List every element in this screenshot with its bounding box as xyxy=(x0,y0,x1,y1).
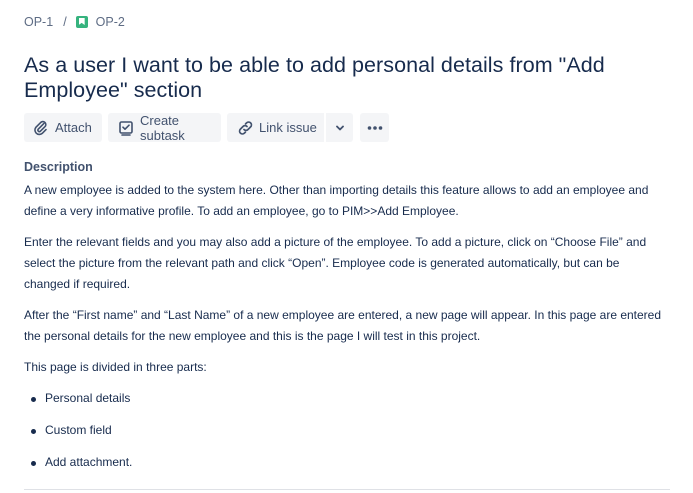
link-issue-dropdown-button[interactable] xyxy=(326,113,353,142)
issue-toolbar: Attach Create subtask Link issue xyxy=(24,112,389,143)
breadcrumb-separator: / xyxy=(63,15,67,29)
description-paragraph: After the “First name” and “Last Name” o… xyxy=(24,308,662,343)
list-item: Add attachment. xyxy=(24,452,664,473)
section-divider xyxy=(24,489,670,490)
breadcrumb: OP-1 / OP-2 xyxy=(24,14,125,30)
description-list: Personal details Custom field Add attach… xyxy=(24,388,664,473)
link-issue-button[interactable]: Link issue xyxy=(227,113,324,142)
link-issue-label: Link issue xyxy=(259,120,317,135)
subtask-icon xyxy=(118,120,134,136)
story-icon xyxy=(75,16,88,28)
breadcrumb-current-link[interactable]: OP-2 xyxy=(96,15,125,29)
create-subtask-label: Create subtask xyxy=(140,112,185,143)
breadcrumb-parent-link[interactable]: OP-1 xyxy=(24,15,53,29)
create-subtask-button[interactable]: Create subtask xyxy=(108,112,221,143)
description-paragraph: This page is divided in three parts: xyxy=(24,360,207,374)
description-paragraph: Enter the relevant fields and you may al… xyxy=(24,235,647,291)
more-actions-button[interactable] xyxy=(360,113,389,142)
attach-button[interactable]: Attach xyxy=(24,113,102,142)
attach-label: Attach xyxy=(55,120,92,135)
description-paragraph: A new employee is added to the system he… xyxy=(24,183,649,218)
more-icon xyxy=(367,125,383,131)
description-heading: Description xyxy=(24,160,93,174)
list-item: Custom field xyxy=(24,420,664,441)
description-body[interactable]: A new employee is added to the system he… xyxy=(24,180,664,484)
paperclip-icon xyxy=(33,120,49,136)
list-item: Personal details xyxy=(24,388,664,409)
link-icon xyxy=(237,120,254,136)
chevron-down-icon xyxy=(335,124,345,132)
issue-title[interactable]: As a user I want to be able to add perso… xyxy=(24,53,664,103)
